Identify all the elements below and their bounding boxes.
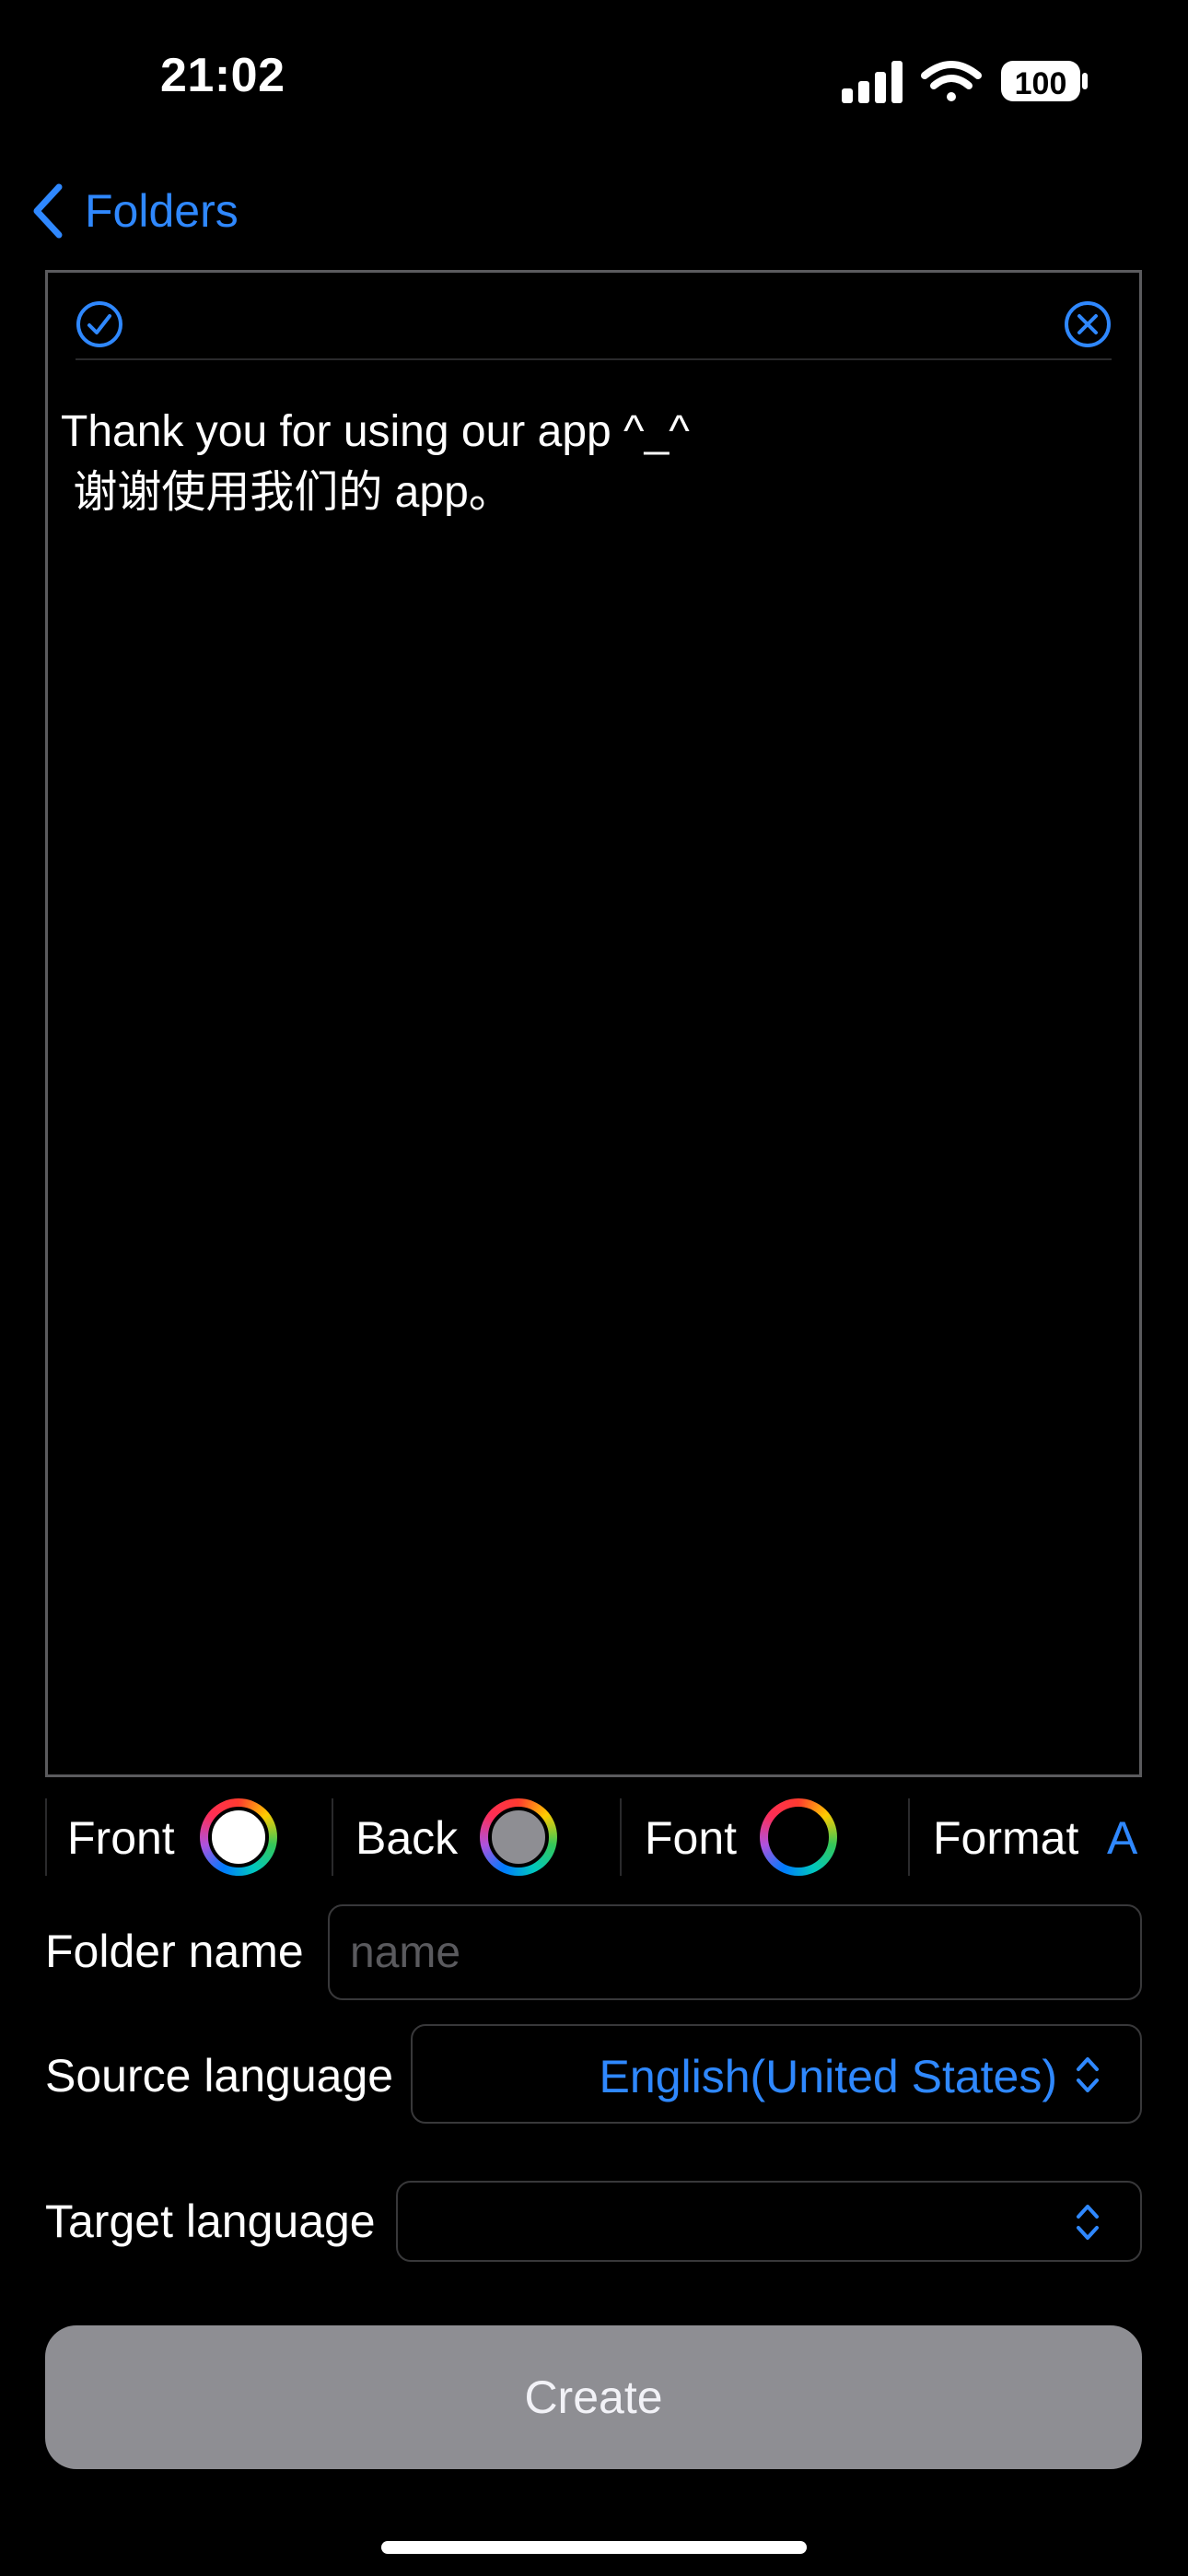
create-button[interactable]: Create bbox=[45, 2325, 1142, 2469]
back-button-label: Folders bbox=[85, 185, 239, 237]
battery-level: 100 bbox=[1015, 66, 1067, 101]
editor-toolbar-divider bbox=[76, 358, 1112, 360]
front-color-label: Front bbox=[67, 1812, 175, 1864]
folder-name-label: Folder name bbox=[45, 1926, 304, 1977]
status-icons: 100 bbox=[840, 55, 1089, 107]
font-color-picker[interactable] bbox=[760, 1798, 837, 1876]
back-color-picker[interactable] bbox=[480, 1798, 557, 1876]
source-language-value: English(United States) bbox=[599, 2051, 1057, 2102]
battery-icon: 100 bbox=[1001, 61, 1088, 101]
back-button[interactable]: Folders bbox=[31, 175, 239, 247]
status-time: 21:02 bbox=[160, 49, 285, 102]
xmark-circle-icon[interactable] bbox=[1063, 299, 1112, 349]
divider bbox=[908, 1798, 910, 1876]
front-color-picker[interactable] bbox=[200, 1798, 277, 1876]
text-editor[interactable]: Thank you for using our app ^_^ 谢谢使用我们的 … bbox=[45, 270, 1142, 1777]
folder-name-field bbox=[328, 1904, 1142, 2000]
font-color-label: Font bbox=[645, 1812, 738, 1864]
font-color-swatch bbox=[768, 1807, 829, 1868]
divider bbox=[45, 1798, 47, 1876]
style-options-row: Front Back Font Format A bbox=[45, 1797, 1142, 1878]
chevron-up-down-icon bbox=[1077, 2205, 1099, 2240]
wifi-icon bbox=[921, 61, 982, 101]
target-language-label: Target language bbox=[45, 2195, 376, 2247]
format-label: Format bbox=[933, 1812, 1079, 1864]
back-color-label: Back bbox=[355, 1812, 459, 1864]
create-button-label: Create bbox=[524, 2371, 663, 2423]
cellular-signal-icon bbox=[842, 61, 903, 103]
front-color-swatch bbox=[208, 1807, 269, 1868]
chevron-left-icon bbox=[33, 183, 63, 239]
divider bbox=[620, 1798, 622, 1876]
editor-text[interactable]: Thank you for using our app ^_^ 谢谢使用我们的 … bbox=[61, 402, 1121, 523]
back-color-swatch bbox=[488, 1807, 549, 1868]
chevron-up-down-icon bbox=[1077, 2057, 1099, 2092]
source-language-label: Source language bbox=[45, 2050, 394, 2102]
source-language-select[interactable]: English(United States) bbox=[411, 2024, 1142, 2124]
folder-name-input[interactable] bbox=[330, 1906, 1140, 1998]
target-language-select[interactable] bbox=[396, 2181, 1142, 2262]
home-indicator bbox=[381, 2541, 807, 2554]
divider bbox=[332, 1798, 333, 1876]
format-button[interactable]: A bbox=[1107, 1811, 1137, 1865]
checkmark-circle-icon[interactable] bbox=[75, 299, 124, 349]
